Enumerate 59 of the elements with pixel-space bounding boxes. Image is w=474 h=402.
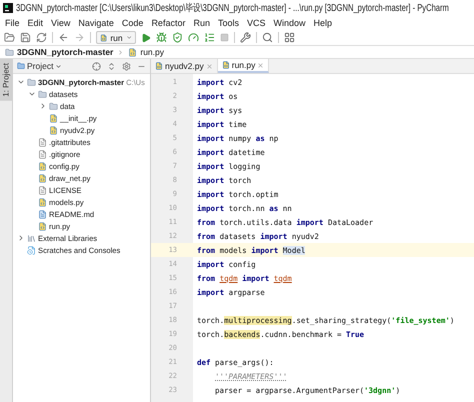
python-file-icon	[38, 174, 47, 182]
python-file-icon	[155, 62, 163, 70]
app-logo-icon	[3, 3, 13, 13]
python-file-icon	[38, 198, 47, 206]
separator-icon	[117, 48, 124, 56]
menu-item[interactable]: Navigate	[75, 16, 117, 30]
crosshair-icon[interactable]	[92, 62, 101, 70]
markdown-file-icon	[38, 210, 47, 218]
menu-item[interactable]: VCS	[244, 16, 268, 30]
breadcrumb-item[interactable]: 3DGNN_pytorch-master	[5, 47, 114, 57]
editor-tab[interactable]: run.py	[218, 59, 270, 73]
settings-icon[interactable]	[122, 62, 131, 70]
folder-icon[interactable]	[4, 32, 15, 43]
python-file-icon	[49, 126, 58, 134]
menu-item[interactable]: View	[48, 16, 74, 30]
caret-icon	[55, 62, 62, 70]
menu-item[interactable]: Window	[270, 16, 309, 30]
menu-item[interactable]: Run	[190, 16, 213, 30]
back-arrow-icon[interactable]	[58, 32, 69, 43]
python-file-icon	[38, 162, 47, 170]
window-title: 3DGNN_pytorch-master [C:\Users\likun3\Desktop\毕设\3DGNN_pytorch-master] - ...\run.py [3DGNN_pytorch-master] - PyCharm	[16, 2, 449, 15]
gauge-icon[interactable]	[188, 32, 199, 43]
text-file-icon	[38, 186, 47, 194]
text-file-icon	[38, 138, 47, 146]
python-file-icon	[38, 222, 47, 230]
close-icon[interactable]	[206, 62, 213, 70]
play-icon[interactable]	[141, 32, 151, 42]
shield-icon[interactable]	[172, 32, 183, 43]
folder-icon	[27, 78, 36, 86]
folder-icon	[38, 90, 47, 98]
run-config-dropdown[interactable]: run	[96, 31, 136, 44]
menu-item[interactable]: Help	[310, 16, 336, 30]
folder-icon	[5, 48, 14, 56]
python-file-icon	[128, 48, 138, 56]
python-file-icon	[100, 34, 108, 42]
menu-item[interactable]: Edit	[24, 16, 46, 30]
caret-icon	[126, 34, 132, 41]
wrench-icon[interactable]	[240, 32, 251, 43]
side-tab[interactable]: 1: Project	[0, 59, 12, 101]
menu-item[interactable]: Refactor	[148, 16, 188, 30]
grid-icon[interactable]	[284, 32, 295, 43]
save-icon[interactable]	[20, 32, 31, 43]
list-icon[interactable]	[204, 32, 215, 43]
collapse-all-icon[interactable]	[107, 62, 116, 70]
folder-icon	[49, 102, 58, 110]
refresh-icon[interactable]	[36, 32, 47, 43]
python-file-icon	[49, 114, 58, 122]
text-file-icon	[38, 150, 47, 158]
folder-icon	[17, 62, 25, 70]
menu-item[interactable]: Tools	[214, 16, 242, 30]
libraries-icon	[27, 234, 36, 242]
bug-icon[interactable]	[156, 32, 167, 43]
menu-item[interactable]: File	[2, 16, 23, 30]
scratches-icon	[27, 246, 36, 254]
breadcrumb-item[interactable]: run.py	[128, 47, 164, 57]
python-file-icon	[222, 61, 230, 69]
menu-item[interactable]: Code	[118, 16, 146, 30]
search-icon[interactable]	[262, 32, 273, 43]
close-icon[interactable]	[257, 62, 264, 68]
